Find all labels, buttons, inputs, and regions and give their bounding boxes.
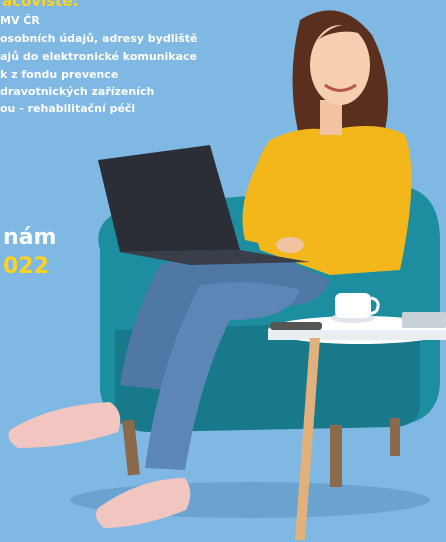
cta-text: nám — [3, 225, 57, 250]
info-line-2: osobních údajů, adresy bydliště — [0, 32, 198, 45]
info-line-1: MV ČR — [0, 14, 40, 27]
info-line-4: k z fondu prevence — [0, 68, 119, 81]
cta-year: 022 — [3, 254, 49, 279]
info-line-3: ajů do elektronické komunikace — [0, 50, 197, 63]
info-line-6: ou - rehabilitační péči — [0, 102, 136, 115]
info-line-5: dravotnických zařízeních — [0, 85, 155, 98]
promo-heading: acovisté: — [2, 0, 79, 10]
